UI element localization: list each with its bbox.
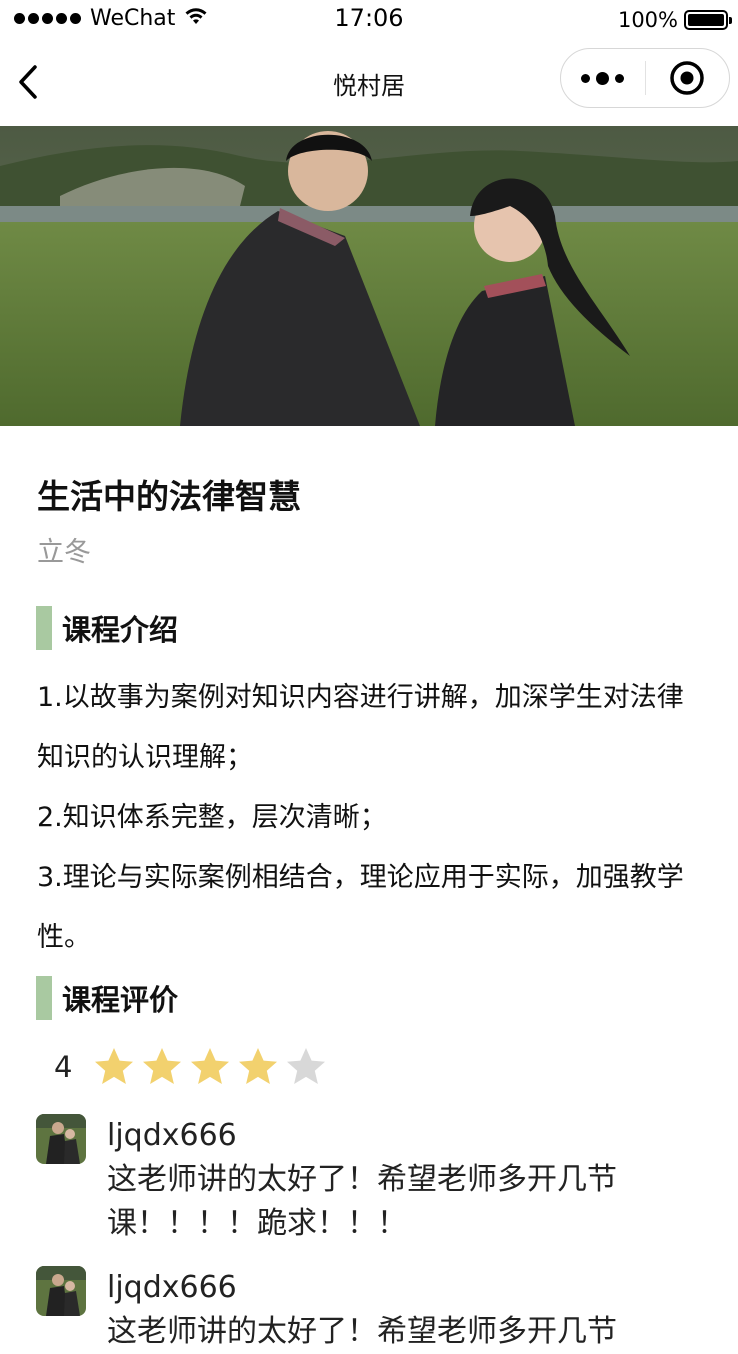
star-filled-icon — [143, 1048, 182, 1084]
intro-line: 1.以故事为案例对知识内容进行讲解，加深学生对法律知识的认识理解； — [37, 682, 684, 773]
star-empty-icon — [287, 1048, 326, 1084]
avatar — [36, 1114, 86, 1164]
course-intro-text: 1.以故事为案例对知识内容进行讲解，加深学生对法律知识的认识理解； 2.知识体系… — [37, 668, 707, 968]
course-title: 生活中的法律智慧 — [37, 477, 301, 516]
battery-icon — [684, 10, 732, 30]
status-bar: WeChat 17:06 100% — [0, 0, 738, 40]
navigation-bar: 悦村居 — [0, 40, 738, 126]
rating-stars — [92, 1045, 328, 1089]
close-program-button[interactable] — [646, 49, 730, 107]
star-filled-icon — [239, 1048, 278, 1084]
section-intro-title: 课程介绍 — [62, 613, 179, 647]
section-evaluation-title: 课程评价 — [62, 983, 179, 1017]
review-username: ljqdx666 — [107, 1118, 237, 1153]
target-circle-icon — [670, 61, 704, 95]
course-teacher: 立冬 — [37, 537, 91, 568]
mini-program-capsule — [560, 48, 730, 108]
review-content: 这老师讲的太好了！希望老师多开几节 — [107, 1314, 617, 1349]
section-accent-bar — [36, 976, 52, 1020]
battery-percent: 100% — [617, 8, 678, 32]
review-body: ljqdx666 这老师讲的太好了！希望老师多开几节课！！！！跪求！！！ — [107, 1114, 677, 1246]
intro-line: 3.理论与实际案例相结合，理论应用于实际，加强教学性。 — [37, 862, 684, 953]
section-accent-bar — [36, 606, 52, 650]
more-dots-icon — [581, 73, 591, 83]
avatar — [36, 1266, 86, 1316]
star-filled-icon — [95, 1048, 134, 1084]
review-content: 这老师讲的太好了！希望老师多开几节课！！！！跪求！！！ — [107, 1162, 617, 1241]
intro-line: 2.知识体系完整，层次清晰； — [37, 802, 387, 833]
more-button[interactable] — [561, 49, 645, 107]
course-banner-image — [0, 126, 738, 426]
status-right: 100% — [617, 8, 732, 32]
section-evaluation-header: 课程评价 — [36, 976, 178, 1020]
rating-row: 4 — [54, 1042, 328, 1092]
rating-score: 4 — [54, 1050, 73, 1084]
star-filled-icon — [191, 1048, 230, 1084]
section-intro-header: 课程介绍 — [36, 606, 178, 650]
review-username: ljqdx666 — [107, 1270, 237, 1305]
review-body: ljqdx666 这老师讲的太好了！希望老师多开几节 — [107, 1266, 677, 1354]
